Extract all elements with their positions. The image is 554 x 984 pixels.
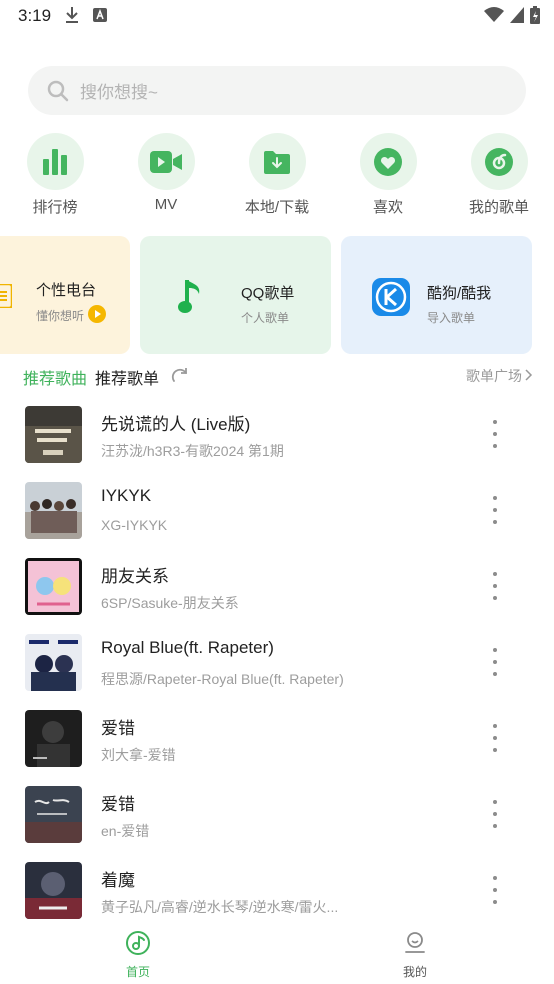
song-subtitle: 刘大拿-爱错 <box>101 747 176 763</box>
play-circle-icon <box>88 305 106 328</box>
bottom-nav-home[interactable]: 首页 <box>88 930 188 980</box>
song-subtitle: 黄子弘凡/高睿/逆水长琴/逆水寒/雷火... <box>101 899 339 915</box>
refresh-icon[interactable] <box>170 366 190 391</box>
folder-download-icon <box>248 133 306 190</box>
song-title: Royal Blue(ft. Rapeter) <box>101 638 274 657</box>
status-bar: 3:19 <box>0 0 554 32</box>
song-row[interactable]: 朋友关系 6SP/Sasuke-朋友关系 <box>0 548 554 624</box>
feature-cards: 个性电台 懂你想听 QQ歌单 个人歌单 酷狗/酷我 导入歌单 <box>0 236 554 354</box>
song-row[interactable]: 爱错 en-爱错 <box>0 776 554 852</box>
quick-label: 喜欢 <box>372 199 403 216</box>
song-subtitle: 汪苏泷/h3R3-有歌2024 第1期 <box>101 443 284 459</box>
playlist-plaza-link[interactable]: 歌单广场 <box>466 366 533 386</box>
song-title: 先说谎的人 (Live版) <box>101 415 251 434</box>
battery-charging-icon <box>530 6 540 29</box>
song-subtitle: XG-IYKYK <box>101 517 168 533</box>
quick-item-charts[interactable]: 排行榜 <box>5 133 105 217</box>
card-title: 酷狗/酷我 <box>427 285 492 302</box>
search-icon <box>46 79 70 103</box>
more-options-icon[interactable] <box>485 648 505 676</box>
song-title: 爱错 <box>101 719 135 738</box>
video-camera-icon <box>137 133 195 190</box>
radio-icon <box>0 282 14 313</box>
recommend-tabs: 推荐歌曲 推荐歌单 歌单广场 <box>23 365 533 389</box>
album-cover <box>25 710 82 767</box>
kugou-k-icon <box>372 278 410 321</box>
quick-item-mv[interactable]: MV <box>116 133 216 213</box>
chart-bars-icon <box>26 133 84 190</box>
quick-item-local-download[interactable]: 本地/下载 <box>227 133 327 217</box>
tab-recommended-songs[interactable]: 推荐歌曲 <box>23 365 87 389</box>
profile-icon <box>365 930 465 961</box>
heart-icon <box>359 133 417 190</box>
album-cover <box>25 862 82 919</box>
more-options-icon[interactable] <box>485 800 505 828</box>
a-badge-icon <box>93 8 107 27</box>
card-subtitle: 懂你想听 <box>36 309 85 323</box>
song-row[interactable]: 爱错 刘大拿-爱错 <box>0 700 554 776</box>
card-kugou-kuwo[interactable]: 酷狗/酷我 导入歌单 <box>341 236 532 354</box>
status-time: 3:19 <box>18 6 52 25</box>
song-row[interactable]: IYKYK XG-IYKYK <box>0 472 554 548</box>
signal-icon <box>510 7 524 28</box>
vinyl-icon <box>470 133 528 190</box>
card-subtitle: 个人歌单 <box>241 311 290 325</box>
tab-recommended-playlists[interactable]: 推荐歌单 <box>95 365 159 389</box>
bottom-nav-label: 首页 <box>125 965 150 979</box>
quick-item-my-playlists[interactable]: 我的歌单 <box>449 133 549 217</box>
bottom-nav-mine[interactable]: 我的 <box>365 930 465 980</box>
chevron-right-icon <box>525 368 533 384</box>
song-title: 着魔 <box>101 871 135 890</box>
album-cover <box>25 634 82 691</box>
bottom-nav-label: 我的 <box>402 965 427 979</box>
more-options-icon[interactable] <box>485 420 505 448</box>
bottom-nav: 首页 我的 <box>0 920 554 984</box>
quick-label: 本地/下载 <box>244 199 310 216</box>
song-title: IYKYK <box>101 486 152 505</box>
search-bar[interactable]: 搜你想搜~ <box>28 66 526 115</box>
song-title: 朋友关系 <box>101 567 169 586</box>
quick-nav: 排行榜 MV 本地/下载 喜欢 我的歌单 <box>0 133 554 218</box>
song-row[interactable]: 着魔 黄子弘凡/高睿/逆水长琴/逆水寒/雷火... <box>0 852 554 928</box>
song-row[interactable]: Royal Blue(ft. Rapeter) 程思源/Rapeter-Roya… <box>0 624 554 700</box>
song-row[interactable]: 先说谎的人 (Live版) 汪苏泷/h3R3-有歌2024 第1期 <box>0 396 554 472</box>
more-options-icon[interactable] <box>485 724 505 752</box>
card-qq-playlist[interactable]: QQ歌单 个人歌单 <box>140 236 331 354</box>
album-cover <box>25 406 82 463</box>
song-subtitle: 程思源/Rapeter-Royal Blue(ft. Rapeter) <box>101 671 344 687</box>
song-subtitle: 6SP/Sasuke-朋友关系 <box>101 595 239 611</box>
quick-label: 我的歌单 <box>468 199 529 216</box>
quick-label: MV <box>154 196 178 213</box>
qq-music-note-icon <box>178 278 204 321</box>
album-cover <box>25 786 82 843</box>
album-cover <box>25 482 82 539</box>
card-title: 个性电台 <box>36 282 97 299</box>
card-personal-radio[interactable]: 个性电台 懂你想听 <box>0 236 130 354</box>
more-options-icon[interactable] <box>485 496 505 524</box>
wifi-icon <box>484 7 504 28</box>
music-disc-icon <box>88 930 188 961</box>
quick-item-favorites[interactable]: 喜欢 <box>338 133 438 217</box>
card-title: QQ歌单 <box>241 285 295 302</box>
search-placeholder: 搜你想搜~ <box>80 83 158 102</box>
more-options-icon[interactable] <box>485 572 505 600</box>
quick-label: 排行榜 <box>32 199 78 216</box>
song-title: 爱错 <box>101 795 135 814</box>
download-icon <box>64 6 80 29</box>
more-options-icon[interactable] <box>485 876 505 904</box>
album-cover <box>25 558 82 615</box>
card-subtitle: 导入歌单 <box>427 311 476 325</box>
song-subtitle: en-爱错 <box>101 823 150 839</box>
more-link-label: 歌单广场 <box>466 368 522 384</box>
